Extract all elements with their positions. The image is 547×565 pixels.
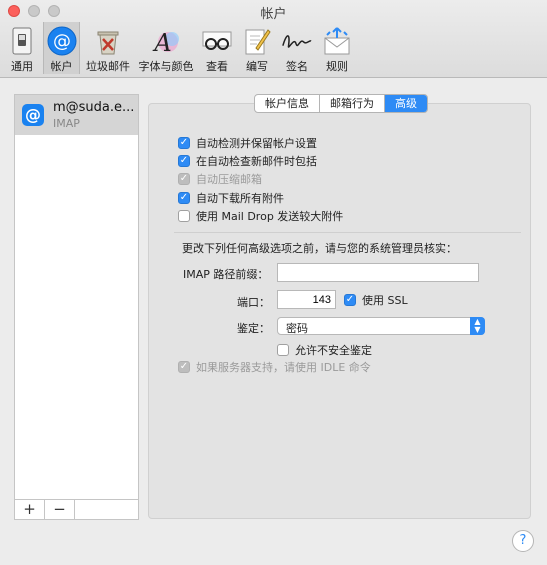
ssl-label: 使用 SSL xyxy=(362,294,408,307)
auth-label: 鉴定： xyxy=(237,322,270,335)
checkbox[interactable] xyxy=(277,344,289,356)
rules-icon xyxy=(321,25,353,57)
compose-icon xyxy=(241,25,273,57)
toolbar-label: 编写 xyxy=(246,60,268,73)
imap-prefix-input[interactable] xyxy=(277,263,479,282)
toolbar-accounts[interactable]: @ 帐户 xyxy=(43,22,80,74)
auth-select[interactable]: 密码 ▲ ▼ xyxy=(277,317,485,335)
idle-label: 如果服务器支持，请使用 IDLE 命令 xyxy=(196,361,371,374)
admin-notice: 更改下列任何高级选项之前，请与您的系统管理员核实： xyxy=(182,242,457,255)
checkbox[interactable] xyxy=(178,210,190,222)
titlebar: 帐户 通用 @ 帐户 垃圾邮件 A 字体与颜色 查看 编写 签名 规则 xyxy=(0,0,547,78)
toolbar-label: 通用 xyxy=(11,60,33,73)
remove-account-button[interactable]: − xyxy=(45,500,75,519)
option-include-check[interactable]: ✓ 在自动检查新邮件时包括 xyxy=(178,153,317,169)
toolbar-label: 规则 xyxy=(326,60,348,73)
svg-text:@: @ xyxy=(53,31,71,52)
add-account-button[interactable]: + xyxy=(15,500,45,519)
toolbar-junk[interactable]: 垃圾邮件 xyxy=(85,22,131,74)
toolbar-signatures[interactable]: 签名 xyxy=(278,22,316,74)
toolbar-label: 帐户 xyxy=(50,60,73,73)
toolbar-composing[interactable]: 编写 xyxy=(240,22,274,74)
sidebar-footer: + − xyxy=(15,499,138,519)
option-label: 使用 Mail Drop 发送较大附件 xyxy=(196,210,344,223)
port-input[interactable] xyxy=(277,290,336,309)
checkbox: ✓ xyxy=(178,361,190,373)
glasses-icon xyxy=(201,25,233,57)
option-download-attachments[interactable]: ✓ 自动下载所有附件 xyxy=(178,190,284,206)
toolbar-label: 垃圾邮件 xyxy=(86,60,130,73)
tab-mailbox-behaviors[interactable]: 邮箱行为 xyxy=(320,95,385,112)
ssl-option[interactable]: ✓ 使用 SSL xyxy=(344,292,408,308)
tab-account-info[interactable]: 帐户信息 xyxy=(255,95,320,112)
trash-icon xyxy=(92,25,124,57)
option-compact: ✓ 自动压缩邮箱 xyxy=(178,171,262,187)
toolbar-rules[interactable]: 规则 xyxy=(320,22,354,74)
tab-advanced[interactable]: 高级 xyxy=(385,95,427,112)
insecure-auth-option[interactable]: 允许不安全鉴定 xyxy=(277,342,372,358)
toolbar-viewing[interactable]: 查看 xyxy=(200,22,234,74)
checkbox[interactable]: ✓ xyxy=(344,294,356,306)
at-icon: @ xyxy=(46,25,78,57)
checkbox[interactable]: ✓ xyxy=(178,155,190,167)
tab-bar: 帐户信息 邮箱行为 高级 xyxy=(254,94,428,113)
signature-icon xyxy=(281,25,313,57)
insecure-label: 允许不安全鉴定 xyxy=(295,344,372,357)
help-button[interactable]: ? xyxy=(512,530,534,552)
toolbar-label: 字体与颜色 xyxy=(138,60,194,73)
chevron-updown-icon: ▲ ▼ xyxy=(470,317,485,335)
switch-icon xyxy=(6,25,38,57)
toolbar-general[interactable]: 通用 xyxy=(4,22,40,74)
idle-option: ✓ 如果服务器支持，请使用 IDLE 命令 xyxy=(178,359,371,375)
option-label: 自动压缩邮箱 xyxy=(196,173,262,186)
option-label: 自动下载所有附件 xyxy=(196,192,284,205)
option-label: 自动检测并保留帐户设置 xyxy=(196,137,317,150)
accounts-sidebar: @ m@suda.e... IMAP + − xyxy=(14,94,139,520)
preferences-window: 帐户 通用 @ 帐户 垃圾邮件 A 字体与颜色 查看 编写 签名 规则 @ m@… xyxy=(0,0,547,565)
font-icon: A xyxy=(150,25,182,57)
option-auto-detect[interactable]: ✓ 自动检测并保留帐户设置 xyxy=(178,135,317,151)
account-item[interactable]: @ m@suda.e... IMAP xyxy=(15,95,138,135)
svg-text:A: A xyxy=(152,29,171,56)
checkbox[interactable]: ✓ xyxy=(178,137,190,149)
toolbar-label: 签名 xyxy=(286,60,308,73)
checkbox[interactable]: ✓ xyxy=(178,192,190,204)
toolbar-label: 查看 xyxy=(206,60,228,73)
window-title: 帐户 xyxy=(260,7,287,22)
toolbar-fonts[interactable]: A 字体与颜色 xyxy=(137,22,195,74)
account-type: IMAP xyxy=(53,117,80,130)
checkbox: ✓ xyxy=(178,173,190,185)
at-icon: @ xyxy=(22,104,44,126)
imap-prefix-label: IMAP 路径前缀： xyxy=(183,268,269,281)
divider xyxy=(174,232,521,233)
option-mail-drop[interactable]: 使用 Mail Drop 发送较大附件 xyxy=(178,208,343,224)
option-label: 在自动检查新邮件时包括 xyxy=(196,155,317,168)
account-name: m@suda.e... xyxy=(53,100,135,115)
port-label: 端口： xyxy=(237,296,270,309)
auth-value: 密码 xyxy=(286,322,308,335)
